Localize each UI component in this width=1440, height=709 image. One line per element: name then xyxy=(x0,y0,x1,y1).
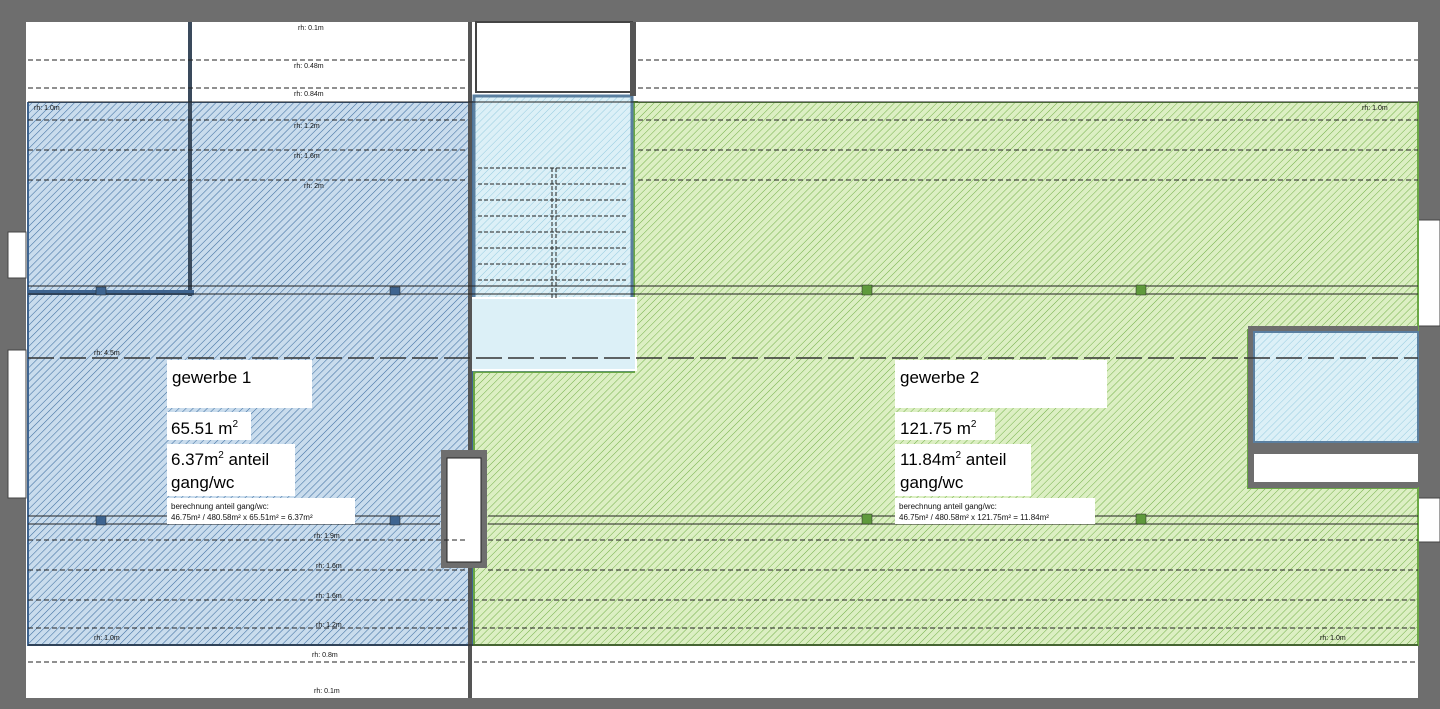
shaft-right-white xyxy=(1254,454,1418,482)
rh-label-top-1: rh: 0.1m xyxy=(298,25,324,32)
gewerbe2-calc-formula: 46.75m² / 480.58m² x 121.75m² = 11.84m² xyxy=(899,513,1049,522)
window-left-1 xyxy=(7,231,27,279)
rh-label-left-bottom: rh: 1.0m xyxy=(94,635,120,642)
rh-label-top-3: rh: 0.84m xyxy=(294,91,324,98)
gewerbe2-calc-title: berechnung anteil gang/wc: xyxy=(899,502,997,511)
rh-label-right-bottom: rh: 1.0m xyxy=(1320,635,1346,642)
rh-label-left-mid: rh: 4.5m xyxy=(94,350,120,357)
lower-zone-right xyxy=(474,646,1418,696)
upper-zone-right xyxy=(638,22,1418,102)
rh-label-mid-3: rh: 2m xyxy=(304,183,324,190)
gewerbe2-anteil-line2: gang/wc xyxy=(900,473,964,492)
upper-zone-left xyxy=(26,22,470,102)
top-stair-box xyxy=(475,21,633,93)
gewerbe1-area-label: 65.51 m2 xyxy=(171,419,238,438)
stair-landing xyxy=(469,297,637,371)
chimney-inner xyxy=(446,457,482,563)
partition-v-left xyxy=(188,22,192,296)
rh-label-low-1: rh: 1.9m xyxy=(314,533,340,540)
rh-label-left-1: rh: 1.0m xyxy=(34,105,60,112)
gewerbe1-calc-title: berechnung anteil gang/wc: xyxy=(171,502,269,511)
rh-label-bottom-2: rh: 0.1m xyxy=(314,688,340,695)
rh-label-mid-1: rh: 1.2m xyxy=(294,123,320,130)
window-right-2 xyxy=(1417,497,1440,543)
window-right-1 xyxy=(1417,219,1440,327)
rh-label-right-top: rh: 1.0m xyxy=(1362,105,1388,112)
rh-label-low-3: rh: 1.6m xyxy=(316,593,342,600)
rh-label-bottom-1: rh: 0.8m xyxy=(312,652,338,659)
gewerbe1-name: gewerbe 1 xyxy=(172,368,251,387)
gewerbe1-anteil-line2: gang/wc xyxy=(171,473,235,492)
rh-label-mid-2: rh: 1.6m xyxy=(294,153,320,160)
rh-label-low-2: rh: 1.6m xyxy=(316,563,342,570)
gewerbe2-anteil-line1: 11.84m2 anteil xyxy=(900,450,1006,469)
shaft-right-inner xyxy=(1253,331,1419,443)
window-left-2 xyxy=(7,349,27,499)
partition-v-center xyxy=(468,22,472,698)
gewerbe2-name: gewerbe 2 xyxy=(900,368,979,387)
partition-v-stair xyxy=(630,22,636,96)
rh-label-low-4: rh: 1.2m xyxy=(316,622,342,629)
rh-label-top-2: rh: 0.48m xyxy=(294,63,324,70)
lower-zone-left xyxy=(28,646,468,696)
gewerbe2-area-label: 121.75 m2 xyxy=(900,419,977,438)
gewerbe1-calc-formula: 46.75m² / 480.58m² x 65.51m² = 6.37m² xyxy=(171,513,313,522)
floor-plan: rh: 0.1m rh: 0.48m rh: 0.84m rh: 1.0m rh… xyxy=(0,0,1440,709)
